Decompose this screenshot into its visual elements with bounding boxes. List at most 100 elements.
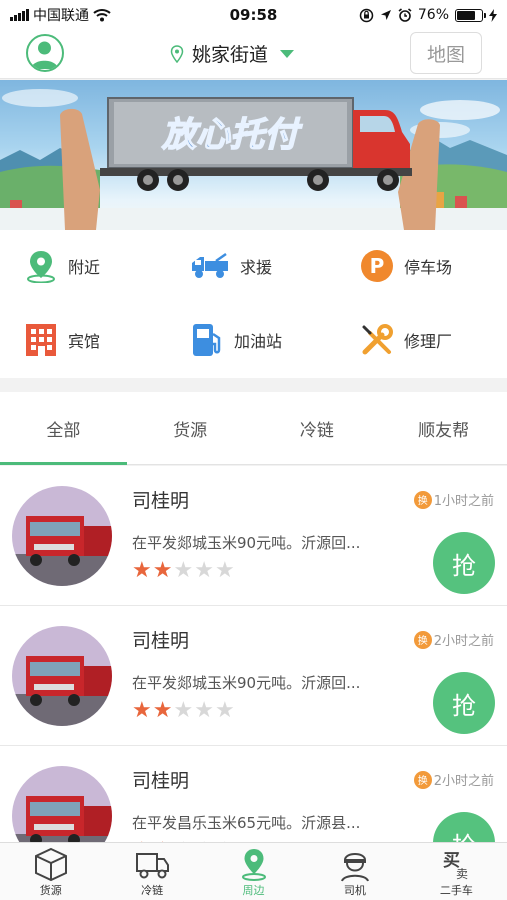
status-indicators: 76% (359, 7, 497, 23)
nav-cargo[interactable]: 货源 (0, 843, 101, 900)
category-grid: 附近 求援 P 停车场 宾馆 加油站 修理厂 (0, 230, 507, 378)
category-label: 停车场 (404, 258, 453, 277)
svg-text:P: P (370, 254, 385, 278)
category-repair[interactable]: 修理厂 (360, 323, 452, 357)
parking-icon: P (360, 249, 394, 283)
exchange-badge: 换 (413, 630, 432, 649)
nav-label: 司机 (343, 884, 366, 897)
listing-description: 在平发郯城玉米90元吨。沂源回... (132, 534, 361, 552)
battery-fill (457, 10, 476, 20)
category-label: 加油站 (234, 332, 283, 351)
category-hotel[interactable]: 宾馆 (24, 323, 100, 357)
time-badge: 换 2小时之前 (413, 630, 494, 649)
battery-percent: 76% (417, 7, 449, 23)
grab-button[interactable]: 抢 (433, 812, 495, 842)
post-time: 1小时之前 (433, 494, 494, 509)
rating-stars: ★★★★★ (132, 560, 235, 582)
nav-nearby[interactable]: 周边 (203, 843, 304, 900)
category-gas-station[interactable]: 加油站 (190, 323, 282, 357)
listing-description: 在平发昌乐玉米65元吨。沂源县... (132, 814, 361, 832)
exchange-badge: 换 (413, 490, 432, 509)
lock-rotation-icon (359, 8, 374, 22)
list-item[interactable]: 司桂明 换 2小时之前 在平发郯城玉米90元吨。沂源回... ★ ★ ★ ★ ★ 抢 (0, 606, 507, 746)
user-avatar-button[interactable] (26, 34, 64, 72)
bottom-nav: 货源 冷链 周边 司机 买卖 二手车 (0, 842, 507, 900)
exchange-badge: 换 (413, 770, 432, 789)
star-empty-icon: ★ (214, 558, 235, 583)
driver-name: 司桂明 (132, 770, 190, 792)
gas-station-icon (190, 323, 224, 357)
carrier-name: 中国联通 (33, 8, 89, 24)
alarm-icon (398, 8, 412, 22)
star-empty-icon: ★ (194, 698, 214, 723)
star-filled-icon: ★ (132, 698, 152, 723)
tab-shunyou[interactable]: 顺友帮 (380, 392, 507, 464)
tab-all[interactable]: 全部 (0, 392, 127, 465)
post-time: 2小时之前 (433, 774, 494, 789)
status-bar: 中国联通 09:58 76% (0, 0, 507, 30)
nav-label: 货源 (39, 884, 62, 897)
signal-icon (10, 9, 29, 21)
category-label: 求援 (240, 258, 273, 277)
category-label: 修理厂 (404, 332, 453, 351)
driver-icon (340, 853, 369, 882)
category-rescue[interactable]: 求援 (190, 249, 272, 283)
cold-chain-truck-icon (136, 853, 170, 879)
listing-description: 在平发郯城玉米90元吨。沂源回... (132, 674, 361, 692)
chevron-down-icon (280, 49, 295, 58)
rating-stars: ★★★★★ (132, 700, 235, 722)
category-parking[interactable]: P 停车场 (360, 249, 452, 283)
wifi-icon (93, 9, 111, 22)
nav-label: 周边 (242, 884, 265, 897)
time-badge: 换 1小时之前 (413, 490, 494, 509)
list-item[interactable]: 司桂明 换 1小时之前 在平发郯城玉米90元吨。沂源回... ★ ★ ★ ★ ★ 抢 (0, 466, 507, 606)
location-pin-icon (170, 44, 184, 63)
filter-tabs: 全部 货源 冷链 顺友帮 (0, 392, 507, 465)
truck-photo (12, 626, 112, 726)
nav-cold-chain[interactable]: 冷链 (101, 843, 202, 900)
banner-slogan: 放心托付 (161, 115, 303, 155)
banner-illustration: 放心托付 (0, 89, 507, 230)
map-button[interactable]: 地图 (410, 32, 482, 74)
list-item[interactable]: 司桂明 换2小时之前 在平发昌乐玉米65元吨。沂源县... ★★★★★ 抢 (0, 746, 507, 842)
tow-truck-icon (190, 249, 230, 283)
time-badge: 换 2小时之前 (413, 770, 494, 789)
star-empty-icon: ★ (194, 558, 214, 583)
hotel-icon (24, 323, 58, 357)
user-icon (31, 41, 58, 69)
grab-button[interactable]: 抢 (433, 532, 495, 594)
nav-label: 冷链 (141, 884, 164, 897)
location-selector[interactable]: 姚家街道 (170, 40, 295, 67)
star-filled-icon: ★ (132, 558, 152, 583)
used-car-icon: 买卖 (443, 851, 468, 881)
nav-driver[interactable]: 司机 (304, 843, 405, 900)
location-arrow-icon (380, 10, 391, 20)
nav-used-car[interactable]: 买卖 二手车 (406, 843, 507, 900)
listing-list: 司桂明 换 1小时之前 在平发郯城玉米90元吨。沂源回... ★ ★ ★ ★ ★ 抢 司桂… (0, 466, 507, 842)
star-empty-icon: ★ (214, 698, 235, 723)
post-time: 2小时之前 (433, 634, 494, 649)
category-nearby[interactable]: 附近 (24, 249, 100, 283)
tab-cold-chain[interactable]: 冷链 (254, 392, 381, 464)
star-filled-icon: ★ (152, 558, 173, 583)
star-filled-icon: ★ (152, 698, 173, 723)
category-label: 附近 (68, 258, 101, 277)
battery-icon (455, 8, 486, 22)
charging-icon (489, 8, 497, 22)
cargo-box-icon (34, 847, 67, 882)
nav-label: 二手车 (439, 884, 473, 897)
category-label: 宾馆 (68, 332, 101, 351)
svg-text:卖: 卖 (456, 867, 468, 881)
grab-button[interactable]: 抢 (433, 672, 495, 734)
header: 姚家街道 地图 (0, 30, 507, 79)
location-pin-icon (24, 249, 58, 283)
tab-cargo[interactable]: 货源 (127, 392, 254, 464)
repair-tools-icon (360, 323, 394, 357)
driver-name: 司桂明 (132, 490, 190, 512)
star-empty-icon: ★ (173, 558, 194, 583)
location-name: 姚家街道 (192, 44, 269, 66)
nearby-pin-icon (241, 849, 266, 881)
promo-banner[interactable]: 放心托付 (0, 80, 507, 230)
driver-name: 司桂明 (132, 630, 190, 652)
carrier-info: 中国联通 (10, 5, 359, 25)
